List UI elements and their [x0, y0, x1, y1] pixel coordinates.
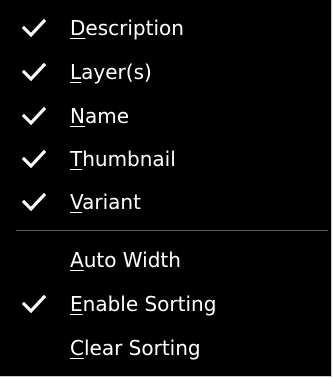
- menu-item-label: Variant: [70, 190, 141, 214]
- menu-separator: [16, 230, 328, 231]
- checkmark-icon: [22, 17, 46, 39]
- checkmark-icon: [22, 105, 46, 127]
- menu-item-label: Description: [70, 16, 184, 40]
- menu-item-clear-sorting[interactable]: Clear Sorting: [0, 326, 331, 370]
- menu-item-label: Clear Sorting: [70, 336, 201, 360]
- checkmark-icon: [22, 293, 46, 315]
- menu-item-enable-sorting[interactable]: Enable Sorting: [0, 282, 331, 326]
- menu-item-label: Name: [70, 104, 130, 128]
- menu-item-description[interactable]: Description: [0, 6, 331, 50]
- menu-item-layers[interactable]: Layer(s): [0, 50, 331, 94]
- checkmark-icon: [22, 148, 46, 170]
- menu-item-label: Layer(s): [70, 60, 152, 84]
- context-menu: Description Layer(s) Name Thumbnail Vari…: [0, 0, 332, 377]
- menu-item-label: Auto Width: [70, 248, 181, 272]
- menu-item-name[interactable]: Name: [0, 94, 331, 138]
- menu-item-label: Enable Sorting: [70, 292, 217, 316]
- checkmark-icon: [22, 61, 46, 83]
- menu-item-auto-width[interactable]: Auto Width: [0, 238, 331, 282]
- menu-item-thumbnail[interactable]: Thumbnail: [0, 137, 331, 181]
- menu-item-label: Thumbnail: [70, 147, 176, 171]
- menu-item-variant[interactable]: Variant: [0, 180, 331, 224]
- checkmark-icon: [22, 191, 46, 213]
